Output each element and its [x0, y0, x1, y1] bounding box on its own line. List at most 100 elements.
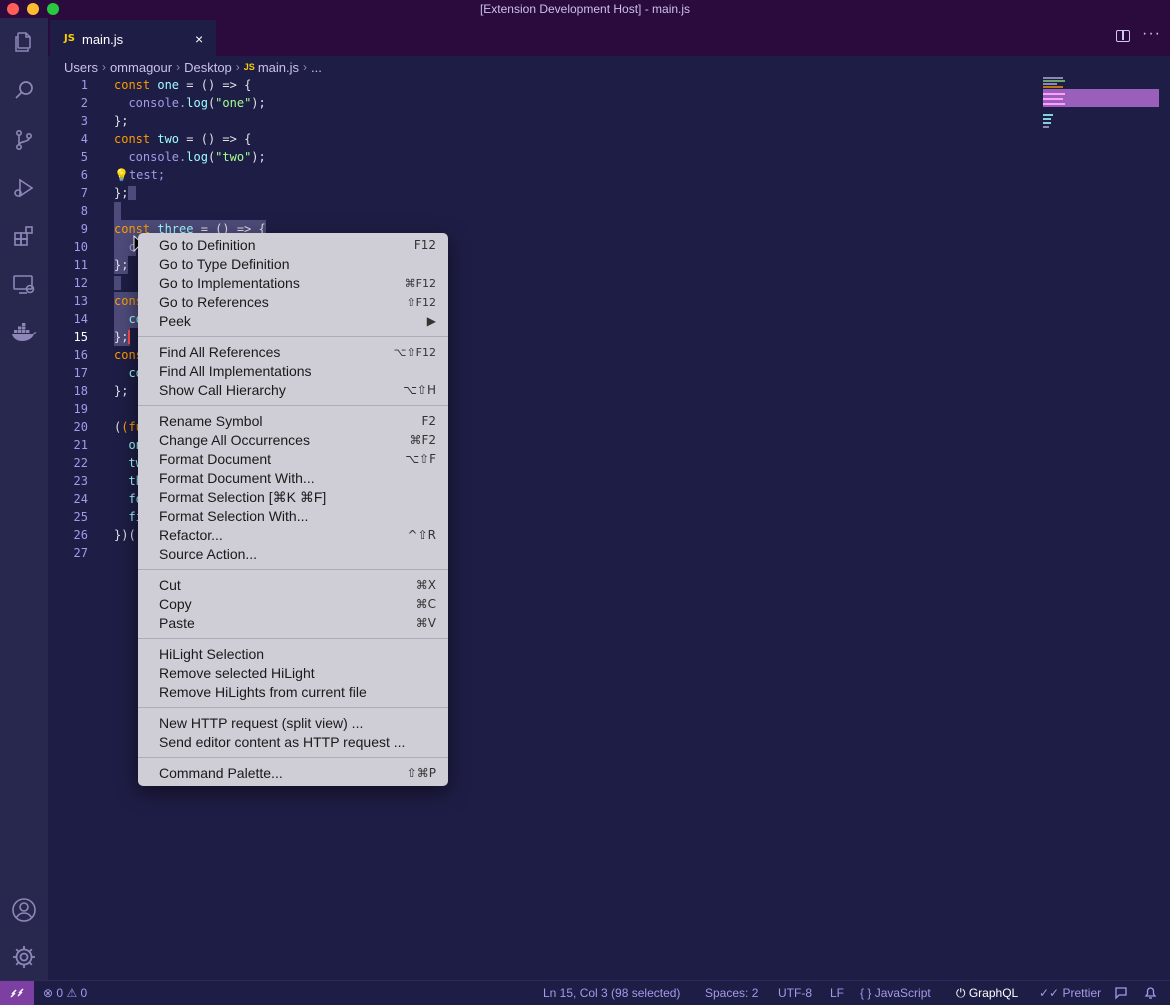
breadcrumb: Users › ommagour › Desktop › JS main.js …	[64, 58, 322, 76]
lightbulb-icon[interactable]: 💡	[114, 168, 129, 182]
menu-item[interactable]: Remove selected HiLight	[138, 664, 448, 683]
menu-item[interactable]: Send editor content as HTTP request ...	[138, 733, 448, 752]
code-line[interactable]: 💡test;	[114, 166, 165, 184]
menu-item[interactable]: Go to Implementations ⌘F12	[138, 274, 448, 293]
menu-item[interactable]: Source Action...	[138, 545, 448, 564]
status-bar: ⊗ 0 ⚠ 0 Ln 15, Col 3 (98 selected) Space…	[0, 980, 1170, 1005]
breadcrumb-item[interactable]: ...	[311, 60, 322, 75]
menu-item[interactable]: Peek ▶	[138, 312, 448, 331]
menu-item[interactable]: Go to Type Definition	[138, 255, 448, 274]
code-line[interactable]: const two = () => {	[114, 130, 251, 148]
docker-icon[interactable]	[10, 318, 38, 346]
explorer-icon[interactable]	[10, 28, 38, 56]
graphql-status[interactable]: ⏻ GraphQL	[956, 986, 1018, 1001]
menu-item-shortcut: ^⇧R	[407, 528, 436, 542]
line-number: 27	[73, 546, 88, 560]
menu-item-label: Paste	[159, 615, 195, 631]
menu-item[interactable]: Paste ⌘V	[138, 614, 448, 633]
menu-item[interactable]: Format Document With...	[138, 469, 448, 488]
window-title: [Extension Development Host] - main.js	[479, 2, 691, 16]
menu-item[interactable]: HiLight Selection	[138, 645, 448, 664]
code-line[interactable]: };	[114, 382, 128, 400]
problems-indicator[interactable]: ⊗ 0 ⚠ 0	[43, 986, 87, 1000]
menu-item-shortcut: ⌥⇧F12	[393, 346, 436, 359]
minimap[interactable]	[1043, 76, 1160, 136]
source-control-icon[interactable]	[10, 126, 38, 154]
code-line[interactable]: const one = () => {	[114, 76, 251, 94]
menu-item[interactable]: Find All Implementations	[138, 362, 448, 381]
menu-item[interactable]: Cut ⌘X	[138, 576, 448, 595]
menu-item[interactable]: Format Selection [⌘K ⌘F]	[138, 488, 448, 507]
menu-divider	[138, 702, 448, 714]
menu-item-label: Send editor content as HTTP request ...	[159, 734, 406, 750]
run-debug-icon[interactable]	[10, 174, 38, 202]
code-line-selected[interactable]: };	[114, 256, 129, 274]
menu-item-shortcut: ⌘V	[415, 616, 436, 630]
prettier-status[interactable]: ✓✓ Prettier	[1039, 986, 1101, 1000]
cursor-position[interactable]: Ln 15, Col 3 (98 selected)	[543, 986, 680, 1000]
menu-item[interactable]: Command Palette... ⇧⌘P	[138, 764, 448, 783]
menu-item-label: Go to Type Definition	[159, 256, 290, 272]
breadcrumb-item[interactable]: Users	[64, 60, 98, 75]
menu-item[interactable]: Format Document ⌥⇧F	[138, 450, 448, 469]
close-icon[interactable]: ×	[195, 31, 203, 47]
menu-item[interactable]: Show Call Hierarchy ⌥⇧H	[138, 381, 448, 400]
menu-item-label: Go to Implementations	[159, 275, 300, 291]
more-actions-icon[interactable]: ···	[1142, 25, 1161, 43]
menu-item-shortcut: ⌘C	[415, 597, 436, 611]
double-check-icon: ✓✓	[1039, 986, 1060, 1000]
language-mode[interactable]: { } JavaScript	[860, 986, 931, 1000]
code-line[interactable]: console.log("two");	[114, 148, 265, 166]
code-line-selected[interactable]	[114, 202, 122, 220]
code-line-selected[interactable]	[114, 274, 122, 292]
remote-explorer-icon[interactable]	[10, 270, 38, 298]
submenu-arrow-icon: ▶	[426, 314, 436, 328]
title-bar: [Extension Development Host] - main.js	[0, 0, 1170, 18]
code-line[interactable]: console.log("one");	[114, 94, 265, 112]
code-line[interactable]: })(	[114, 526, 136, 544]
menu-item-label: Format Document With...	[159, 470, 315, 486]
breadcrumb-item[interactable]: Desktop	[184, 60, 232, 75]
menu-item[interactable]: Go to References ⇧F12	[138, 293, 448, 312]
code-line[interactable]: };	[114, 184, 136, 202]
menu-divider	[138, 331, 448, 343]
menu-item-label: Go to Definition	[159, 237, 256, 253]
encoding[interactable]: UTF-8	[778, 986, 812, 1000]
menu-item[interactable]: New HTTP request (split view) ...	[138, 714, 448, 733]
chevron-right-icon: ›	[303, 60, 307, 74]
menu-item[interactable]: Go to Definition F12	[138, 236, 448, 255]
menu-item[interactable]: Remove HiLights from current file	[138, 683, 448, 702]
breadcrumb-item[interactable]: ommagour	[110, 60, 172, 75]
tab-main-js[interactable]: JS main.js ×	[50, 20, 216, 56]
end-of-line[interactable]: LF	[830, 986, 844, 1000]
menu-item-shortcut: ⇧⌘P	[406, 766, 436, 780]
menu-item-shortcut: ⌘X	[415, 578, 436, 592]
feedback-icon[interactable]	[1114, 986, 1128, 1003]
menu-item-shortcut: F12	[413, 238, 436, 252]
extensions-icon[interactable]	[10, 222, 38, 250]
menu-item-shortcut: F2	[421, 414, 436, 428]
split-editor-icon[interactable]	[1116, 30, 1130, 42]
breadcrumb-file[interactable]: JS main.js	[244, 60, 299, 75]
menu-item[interactable]: Format Selection With...	[138, 507, 448, 526]
menu-item[interactable]: Change All Occurrences ⌘F2	[138, 431, 448, 450]
menu-item[interactable]: Rename Symbol F2	[138, 412, 448, 431]
tab-bar: JS main.js × ···	[48, 18, 1170, 56]
remote-icon	[10, 988, 24, 998]
remote-indicator[interactable]	[0, 981, 34, 1005]
menu-item-label: Copy	[159, 596, 192, 612]
code-line-selected[interactable]: };	[114, 328, 131, 346]
menu-divider	[138, 564, 448, 576]
settings-gear-icon[interactable]	[10, 943, 38, 971]
menu-item[interactable]: Find All References ⌥⇧F12	[138, 343, 448, 362]
indentation[interactable]: Spaces: 2	[705, 986, 758, 1000]
menu-item[interactable]: Copy ⌘C	[138, 595, 448, 614]
editor-context-menu: Go to Definition F12 Go to Type Definition…	[138, 233, 448, 786]
menu-item[interactable]: Refactor... ^⇧R	[138, 526, 448, 545]
chevron-right-icon: ›	[101, 60, 106, 74]
account-icon[interactable]	[10, 896, 38, 924]
search-icon[interactable]	[10, 76, 38, 104]
menu-item-shortcut: ⌥⇧F	[405, 452, 436, 466]
notifications-bell-icon[interactable]	[1144, 986, 1157, 1003]
code-line[interactable]: };	[114, 112, 128, 130]
